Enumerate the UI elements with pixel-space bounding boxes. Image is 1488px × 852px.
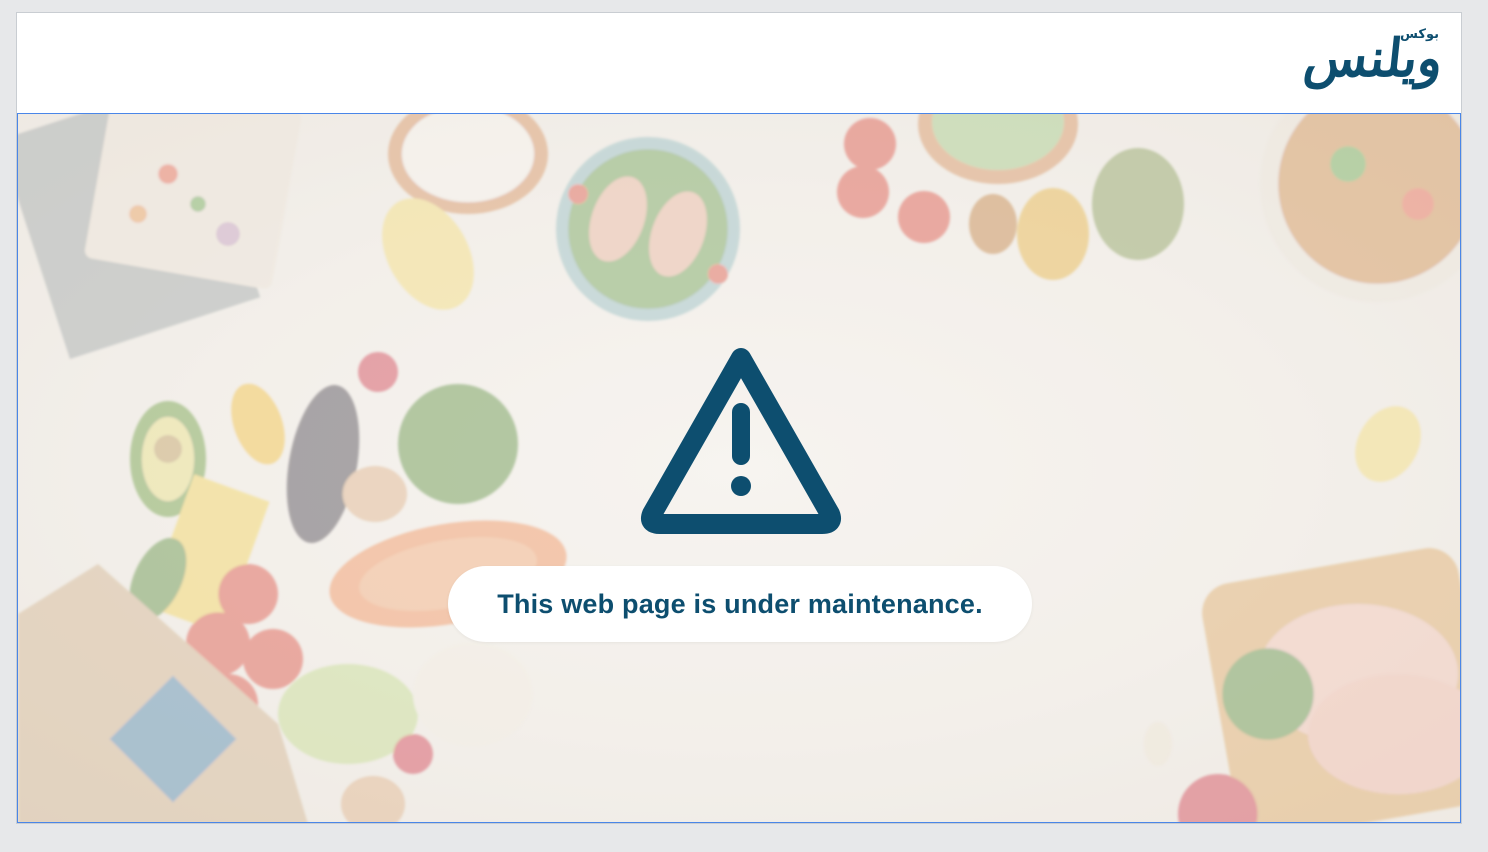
warning-triangle-icon [638,346,844,536]
brand-logo[interactable]: بوكس ويلنس [1253,13,1453,109]
browser-viewport: بوكس ويلنس This web page is under mainte… [16,12,1462,824]
maintenance-message: This web page is under maintenance. [497,588,983,619]
site-header: بوكس ويلنس [17,13,1461,113]
maintenance-message-box: This web page is under maintenance. [448,566,1032,642]
brand-name-large: ويلنس [1301,28,1447,89]
maintenance-hero: This web page is under maintenance. [17,113,1461,823]
